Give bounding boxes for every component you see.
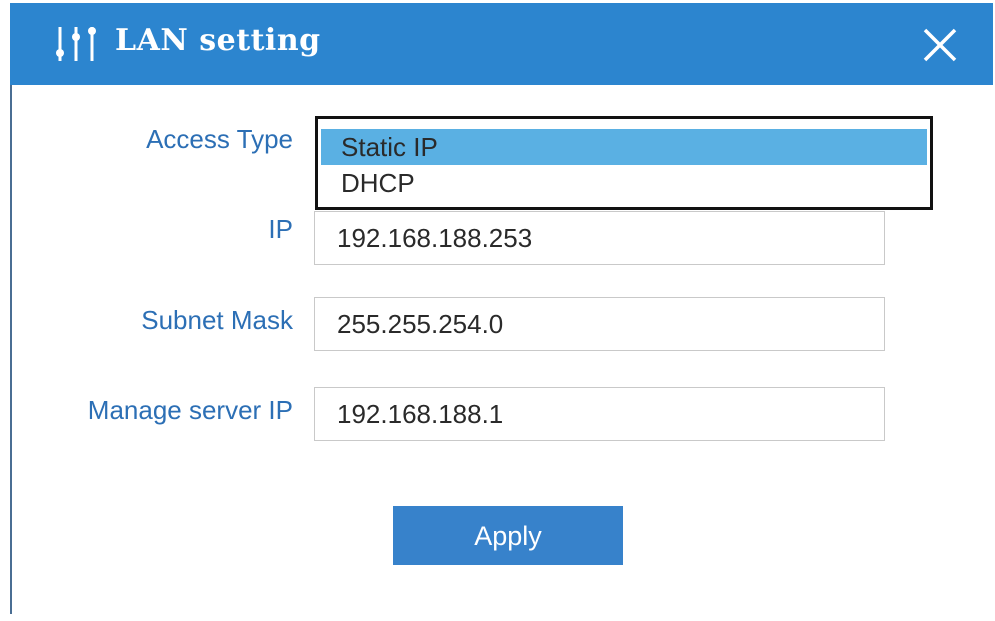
sliders-icon bbox=[56, 27, 96, 61]
lan-setting-dialog: LAN setting Access Type Static IP DHCP I… bbox=[0, 0, 995, 621]
subnet-mask-label: Subnet Mask bbox=[141, 305, 293, 335]
access-type-label: Access Type bbox=[146, 124, 293, 154]
manage-server-ip-field[interactable] bbox=[314, 387, 885, 441]
ip-label: IP bbox=[268, 214, 293, 244]
ip-field[interactable] bbox=[314, 211, 885, 265]
dialog-left-border bbox=[10, 84, 12, 614]
manage-server-ip-label: Manage server IP bbox=[87, 395, 293, 425]
apply-button[interactable]: Apply bbox=[393, 506, 623, 565]
dialog-title: LAN setting bbox=[115, 23, 321, 58]
close-icon[interactable] bbox=[922, 27, 958, 63]
subnet-mask-field[interactable] bbox=[314, 297, 885, 351]
title-bar: LAN setting bbox=[10, 3, 993, 85]
dropdown-option-static-ip[interactable]: Static IP bbox=[321, 129, 927, 165]
access-type-dropdown[interactable]: Static IP DHCP bbox=[315, 116, 933, 210]
dropdown-option-dhcp[interactable]: DHCP bbox=[321, 165, 927, 201]
